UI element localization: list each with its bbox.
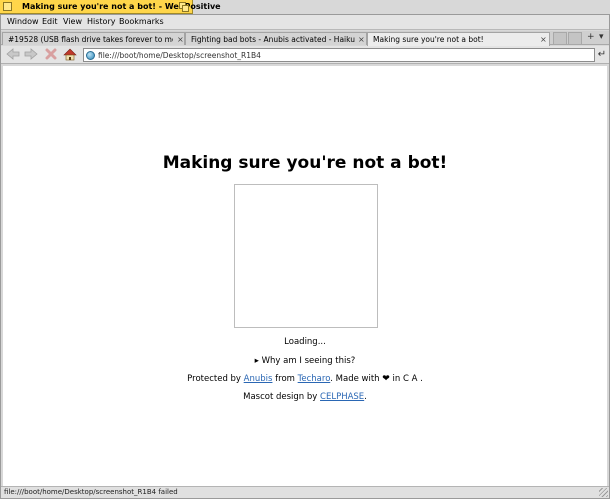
why-details-toggle[interactable]: ▸ Why am I seeing this?	[3, 356, 607, 366]
why-text: Why am I seeing this?	[261, 356, 356, 366]
window-titlebar: Making sure you're not a bot! - WebPosit…	[0, 0, 610, 14]
menu-view[interactable]: View	[63, 17, 82, 26]
menu-history[interactable]: History	[87, 17, 115, 26]
resize-grip-icon[interactable]	[599, 488, 608, 497]
tab-scroll-right[interactable]	[568, 32, 582, 45]
menu-window[interactable]: Window	[7, 17, 39, 26]
anubis-link[interactable]: Anubis	[244, 374, 273, 384]
window-title-tab[interactable]: Making sure you're not a bot! - WebPosit…	[0, 0, 221, 14]
techaro-link[interactable]: Techaro	[298, 374, 331, 384]
menu-edit[interactable]: Edit	[42, 17, 58, 26]
zoom-icon-front	[182, 5, 189, 12]
window-close-button[interactable]	[3, 2, 12, 11]
tab-fighting-bad-bots[interactable]: Fighting bad bots - Anubis activated - H…	[185, 32, 367, 45]
mascot-suffix: .	[364, 392, 367, 402]
loading-text: Loading...	[284, 337, 326, 347]
page-title: Making sure you're not a bot!	[162, 153, 448, 173]
forward-arrow-icon[interactable]	[23, 48, 38, 62]
menu-bookmarks[interactable]: Bookmarks	[119, 17, 164, 26]
tab-label: Making sure you're not a bot!	[373, 35, 484, 44]
mascot-credit-line: Mascot design by CELPHASE.	[3, 392, 607, 402]
go-enter-icon[interactable]: ↵	[597, 48, 607, 62]
made-with-text: . Made with	[330, 374, 383, 384]
tab-close-icon[interactable]: ×	[177, 35, 184, 44]
home-icon[interactable]	[62, 48, 77, 62]
protected-prefix: Protected by	[187, 374, 244, 384]
protected-by-line: Protected by Anubis from Techaro. Made w…	[3, 374, 607, 384]
browser-window: Window Edit View History Bookmarks #1952…	[0, 14, 610, 499]
new-tab-button[interactable]: +	[587, 32, 595, 42]
back-arrow-icon[interactable]	[5, 48, 20, 62]
tab-label: Fighting bad bots - Anubis activated - H…	[191, 35, 357, 44]
status-bar: file:///boot/home/Desktop/screenshot_R1B…	[1, 486, 609, 498]
tab-close-icon[interactable]: ×	[358, 35, 365, 44]
tab-making-sure[interactable]: Making sure you're not a bot! ×	[367, 32, 550, 46]
tab-menu-button[interactable]: ▾	[599, 32, 604, 42]
globe-icon	[86, 51, 95, 60]
tab-close-icon[interactable]: ×	[540, 35, 547, 44]
end-period: .	[417, 374, 423, 384]
page-content: Making sure you're not a bot! Loading...…	[3, 66, 607, 486]
mascot-prefix: Mascot design by	[243, 392, 321, 402]
window-title: Making sure you're not a bot! - WebPosit…	[22, 2, 221, 11]
celphase-link[interactable]: CELPHASE	[320, 392, 364, 402]
window-zoom-button[interactable]	[179, 2, 189, 12]
in-text: in	[389, 374, 403, 384]
stop-icon[interactable]	[43, 48, 58, 62]
tab-scroll-left[interactable]	[553, 32, 567, 45]
tab-usb-flash-drive[interactable]: #19528 (USB flash drive takes forever to…	[2, 32, 185, 45]
tab-bar: #19528 (USB flash drive takes forever to…	[1, 31, 609, 46]
disclosure-triangle-icon: ▸	[254, 356, 262, 366]
menu-bar: Window Edit View History Bookmarks	[1, 15, 609, 30]
challenge-image-box	[234, 184, 378, 328]
status-text: file:///boot/home/Desktop/screenshot_R1B…	[4, 488, 178, 496]
heart-icon: ❤	[382, 374, 390, 384]
country-text: C A	[402, 374, 418, 384]
url-input[interactable]: file:///boot/home/Desktop/screenshot_R1B…	[83, 48, 595, 62]
tab-label: #19528 (USB flash drive takes forever to…	[8, 35, 173, 44]
navigation-toolbar: file:///boot/home/Desktop/screenshot_R1B…	[1, 46, 609, 64]
url-text: file:///boot/home/Desktop/screenshot_R1B…	[98, 51, 261, 60]
from-text: from	[272, 374, 298, 384]
